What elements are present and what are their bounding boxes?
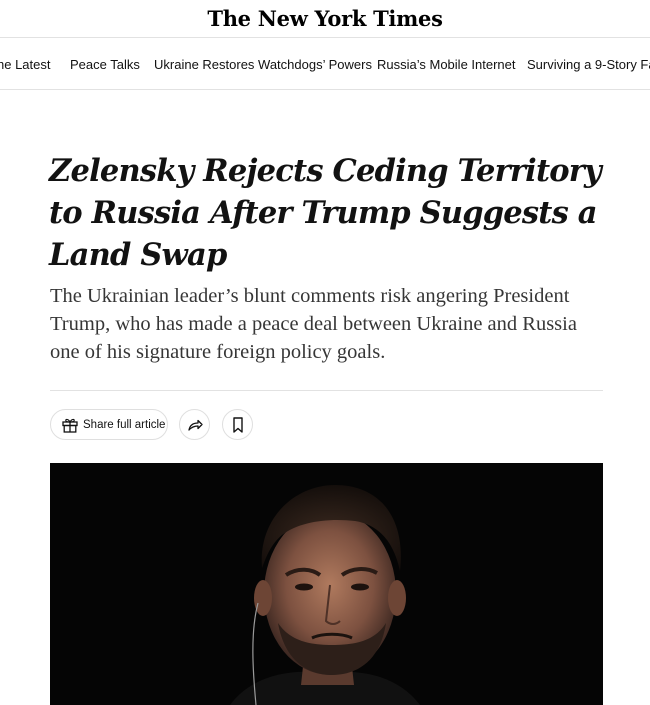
nav-item-nine-story-fall[interactable]: Surviving a 9-Story Fal bbox=[527, 57, 650, 72]
masthead: The New York Times bbox=[0, 0, 650, 38]
bookmark-icon bbox=[232, 416, 243, 433]
article-summary: The Ukrainian leader’s blunt comments ri… bbox=[50, 285, 577, 363]
divider bbox=[50, 390, 603, 391]
share-arrow-icon bbox=[187, 419, 203, 431]
gift-icon bbox=[62, 418, 78, 433]
nyt-logo[interactable]: The New York Times bbox=[207, 6, 443, 31]
share-full-article-label: Share full article bbox=[83, 418, 166, 431]
portrait-illustration bbox=[50, 463, 603, 705]
share-full-article-button[interactable]: Share full article bbox=[50, 409, 168, 440]
section-nav: he Latest Peace Talks Ukraine Restores W… bbox=[0, 38, 650, 90]
share-button[interactable] bbox=[179, 409, 210, 440]
nav-item-mobile-internet[interactable]: Russia’s Mobile Internet bbox=[377, 57, 516, 72]
nav-item-the-latest[interactable]: he Latest bbox=[0, 57, 51, 72]
nav-item-watchdogs[interactable]: Ukraine Restores Watchdogs’ Powers bbox=[154, 57, 372, 72]
bookmark-button[interactable] bbox=[222, 409, 253, 440]
article-lead-photo bbox=[50, 463, 603, 705]
nav-item-peace-talks[interactable]: Peace Talks bbox=[70, 57, 140, 72]
article-headline: Zelensky Rejects Ceding Territory to Rus… bbox=[49, 153, 602, 273]
